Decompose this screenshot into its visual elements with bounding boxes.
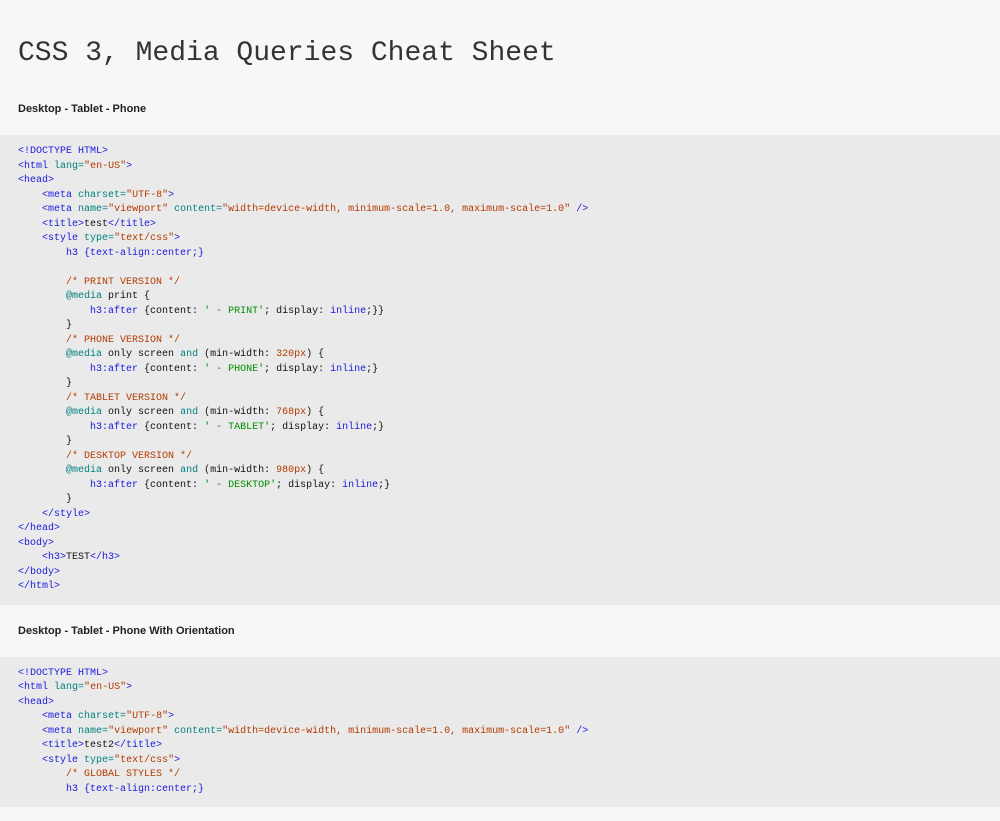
code1-title: test [84, 219, 108, 230]
code1-viewport: width=device-width, minimum-scale=1.0, m… [228, 204, 564, 215]
section-label-1: Desktop - Tablet - Phone [0, 97, 1000, 121]
code2-styletype: text/css [120, 755, 168, 766]
code1-g3-cmt: /* DESKTOP VERSION */ [66, 451, 192, 462]
code2-lang: en-US [90, 682, 120, 693]
code1-g0-cmt: /* PRINT VERSION */ [66, 277, 180, 288]
code1-styletype: text/css [120, 233, 168, 244]
code1-g1-cmt: /* PHONE VERSION */ [66, 335, 180, 346]
code2-viewport: width=device-width, minimum-scale=1.0, m… [228, 726, 564, 737]
code-block-1: <!DOCTYPE HTML> <html lang="en-US"> <hea… [0, 135, 1000, 605]
code1-lang: en-US [90, 161, 120, 172]
code-block-2: <!DOCTYPE HTML> <html lang="en-US"> <hea… [0, 657, 1000, 808]
code1-charset: UTF-8 [132, 190, 162, 201]
page-title: CSS 3, Media Queries Cheat Sheet [0, 0, 1000, 97]
code2-title: test2 [84, 740, 114, 751]
code2-charset: UTF-8 [132, 711, 162, 722]
section-label-2: Desktop - Tablet - Phone With Orientatio… [0, 619, 1000, 643]
code1-bodytext: TEST [66, 552, 90, 563]
code1-baserule: h3 {text-align:center;} [66, 248, 204, 259]
code1-g2-cmt: /* TABLET VERSION */ [66, 393, 186, 404]
code2-baserule: h3 {text-align:center;} [66, 784, 204, 795]
code2-globalcmt: /* GLOBAL STYLES */ [66, 769, 180, 780]
